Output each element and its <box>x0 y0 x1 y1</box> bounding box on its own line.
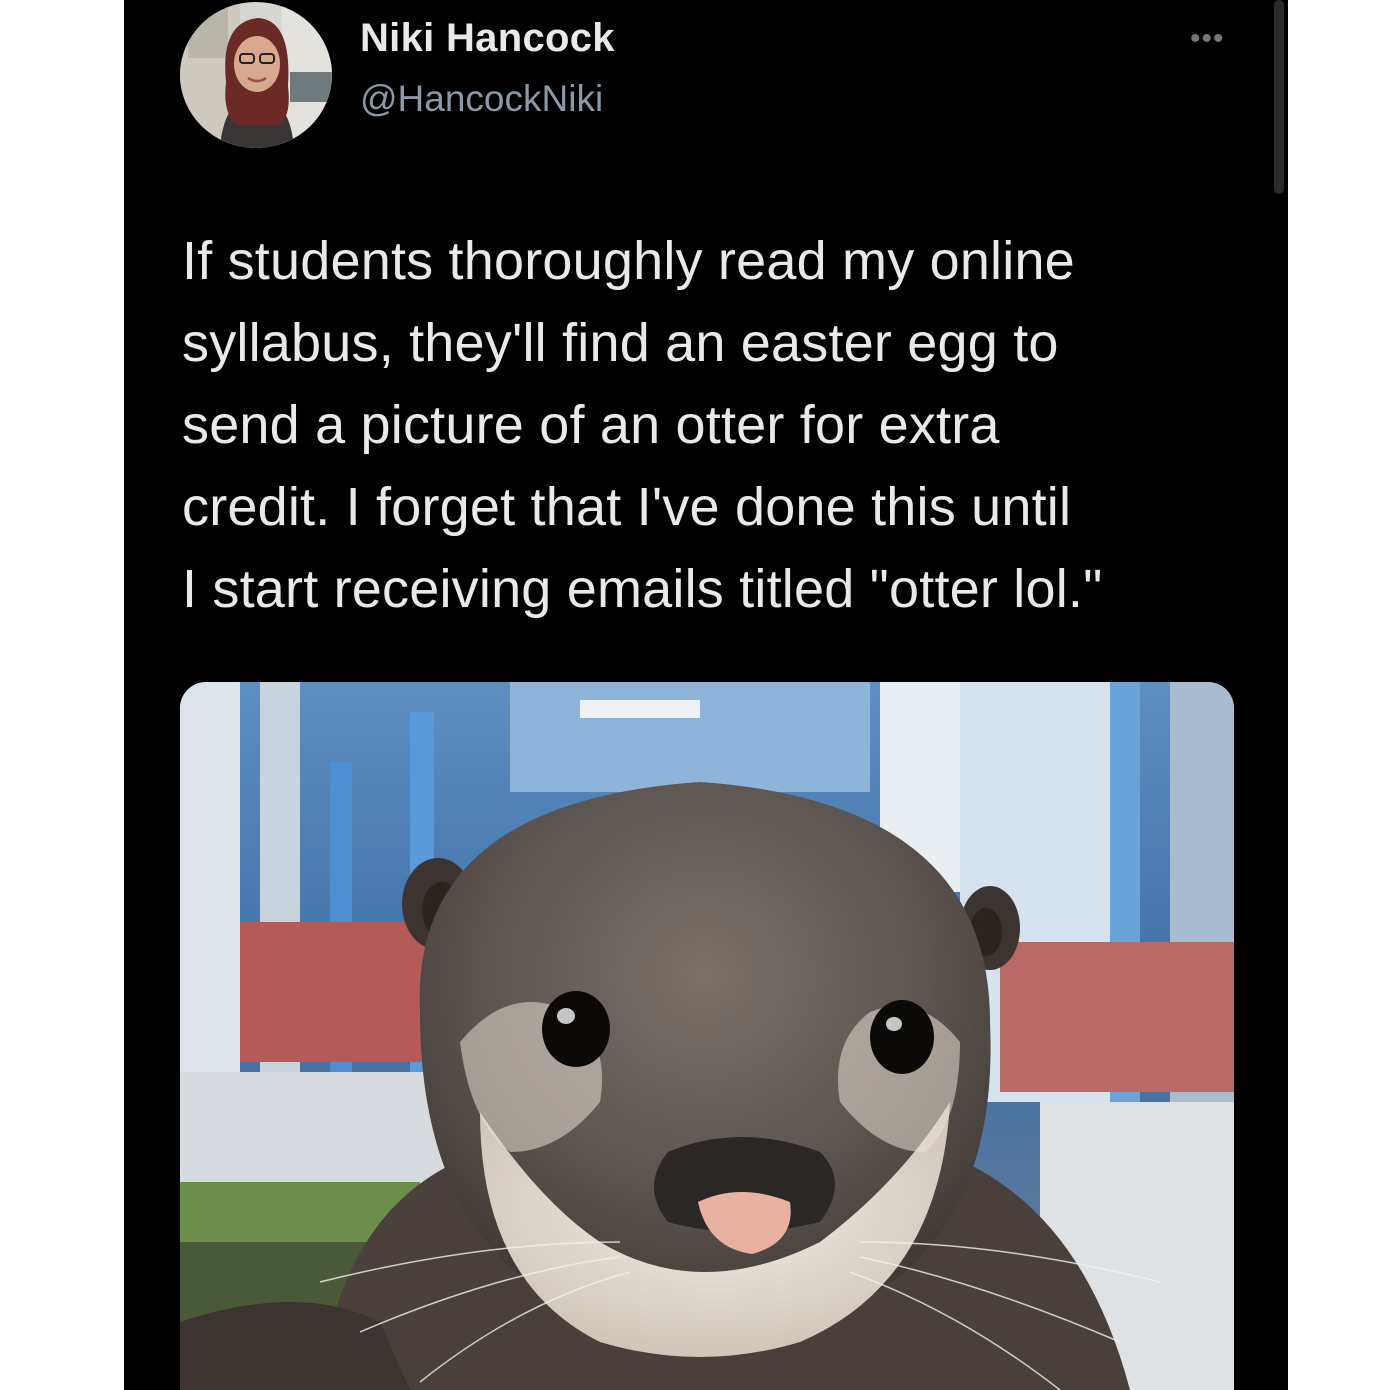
tweet-text-line: I start receiving emails titled "otter l… <box>182 559 1103 619</box>
tweet-text-line: syllabus, they'll find an easter egg to <box>182 313 1059 373</box>
author-name[interactable]: Niki Hancock <box>360 16 615 61</box>
avatar-photo <box>180 2 332 148</box>
tweet-text: If students thoroughly read my online sy… <box>182 220 1262 630</box>
tweet-text-line: If students thoroughly read my online <box>182 231 1075 291</box>
ellipsis-icon[interactable]: ••• <box>1190 22 1225 56</box>
avatar[interactable] <box>180 2 332 148</box>
otter-photo <box>180 682 1234 1390</box>
tweet-text-line: send a picture of an otter for extra <box>182 395 1000 455</box>
tweet-screen: Niki Hancock @HancockNiki ••• If student… <box>124 0 1288 1390</box>
author-handle[interactable]: @HancockNiki <box>360 78 603 120</box>
tweet-text-line: credit. I forget that I've done this unt… <box>182 477 1072 537</box>
scrollbar[interactable] <box>1274 0 1284 194</box>
tweet-media-photo[interactable] <box>180 682 1234 1390</box>
